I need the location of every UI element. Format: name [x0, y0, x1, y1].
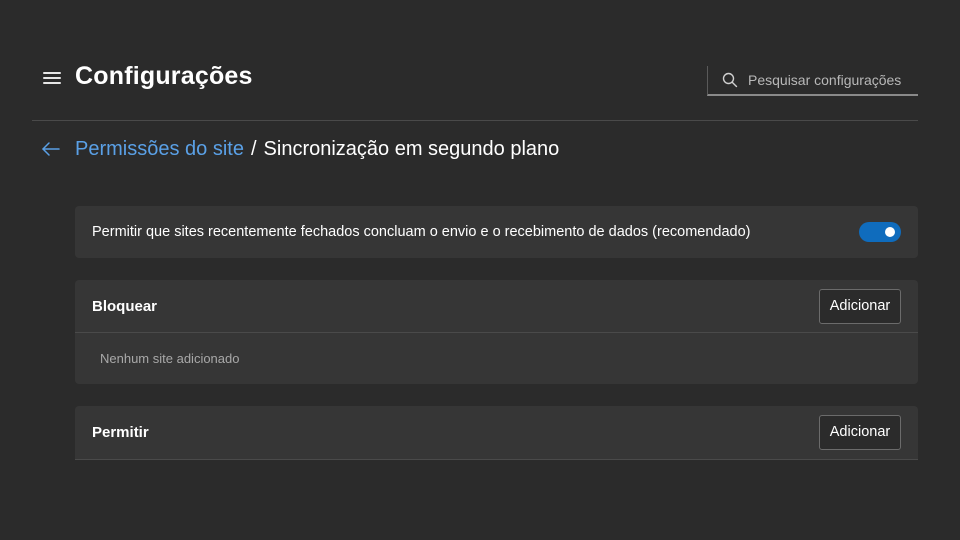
- header: Configurações: [0, 0, 960, 120]
- allow-card-header: Permitir Adicionar: [75, 406, 918, 458]
- block-card: Bloquear Adicionar Nenhum site adicionad…: [75, 280, 918, 384]
- page-title: Configurações: [75, 62, 253, 90]
- search-icon: [722, 72, 738, 88]
- toggle-knob: [885, 227, 895, 237]
- background-sync-toggle-card: Permitir que sites recentemente fechados…: [75, 206, 918, 258]
- allow-section-title: Permitir: [92, 423, 149, 441]
- block-section-title: Bloquear: [92, 297, 158, 315]
- background-sync-toggle-label: Permitir que sites recentemente fechados…: [92, 224, 751, 240]
- search-input[interactable]: [748, 72, 913, 88]
- back-arrow-icon[interactable]: [40, 138, 62, 160]
- breadcrumb: Permissões do site / Sincronização em se…: [40, 136, 559, 162]
- header-divider: [32, 120, 918, 121]
- allow-card-divider: [75, 459, 918, 460]
- hamburger-menu-icon[interactable]: [43, 72, 61, 86]
- settings-page: Configurações Permissões do site / Sincr…: [0, 0, 960, 540]
- breadcrumb-current: Sincronização em segundo plano: [263, 137, 560, 160]
- allow-card: Permitir Adicionar: [75, 406, 918, 460]
- breadcrumb-separator: /: [250, 137, 257, 160]
- search-box[interactable]: [707, 66, 918, 96]
- background-sync-toggle[interactable]: [859, 222, 901, 242]
- allow-add-button[interactable]: Adicionar: [819, 414, 901, 450]
- block-add-button[interactable]: Adicionar: [819, 288, 901, 324]
- block-card-header: Bloquear Adicionar: [75, 280, 918, 332]
- breadcrumb-link-site-permissions[interactable]: Permissões do site: [75, 138, 244, 161]
- block-empty-text: Nenhum site adicionado: [100, 351, 240, 366]
